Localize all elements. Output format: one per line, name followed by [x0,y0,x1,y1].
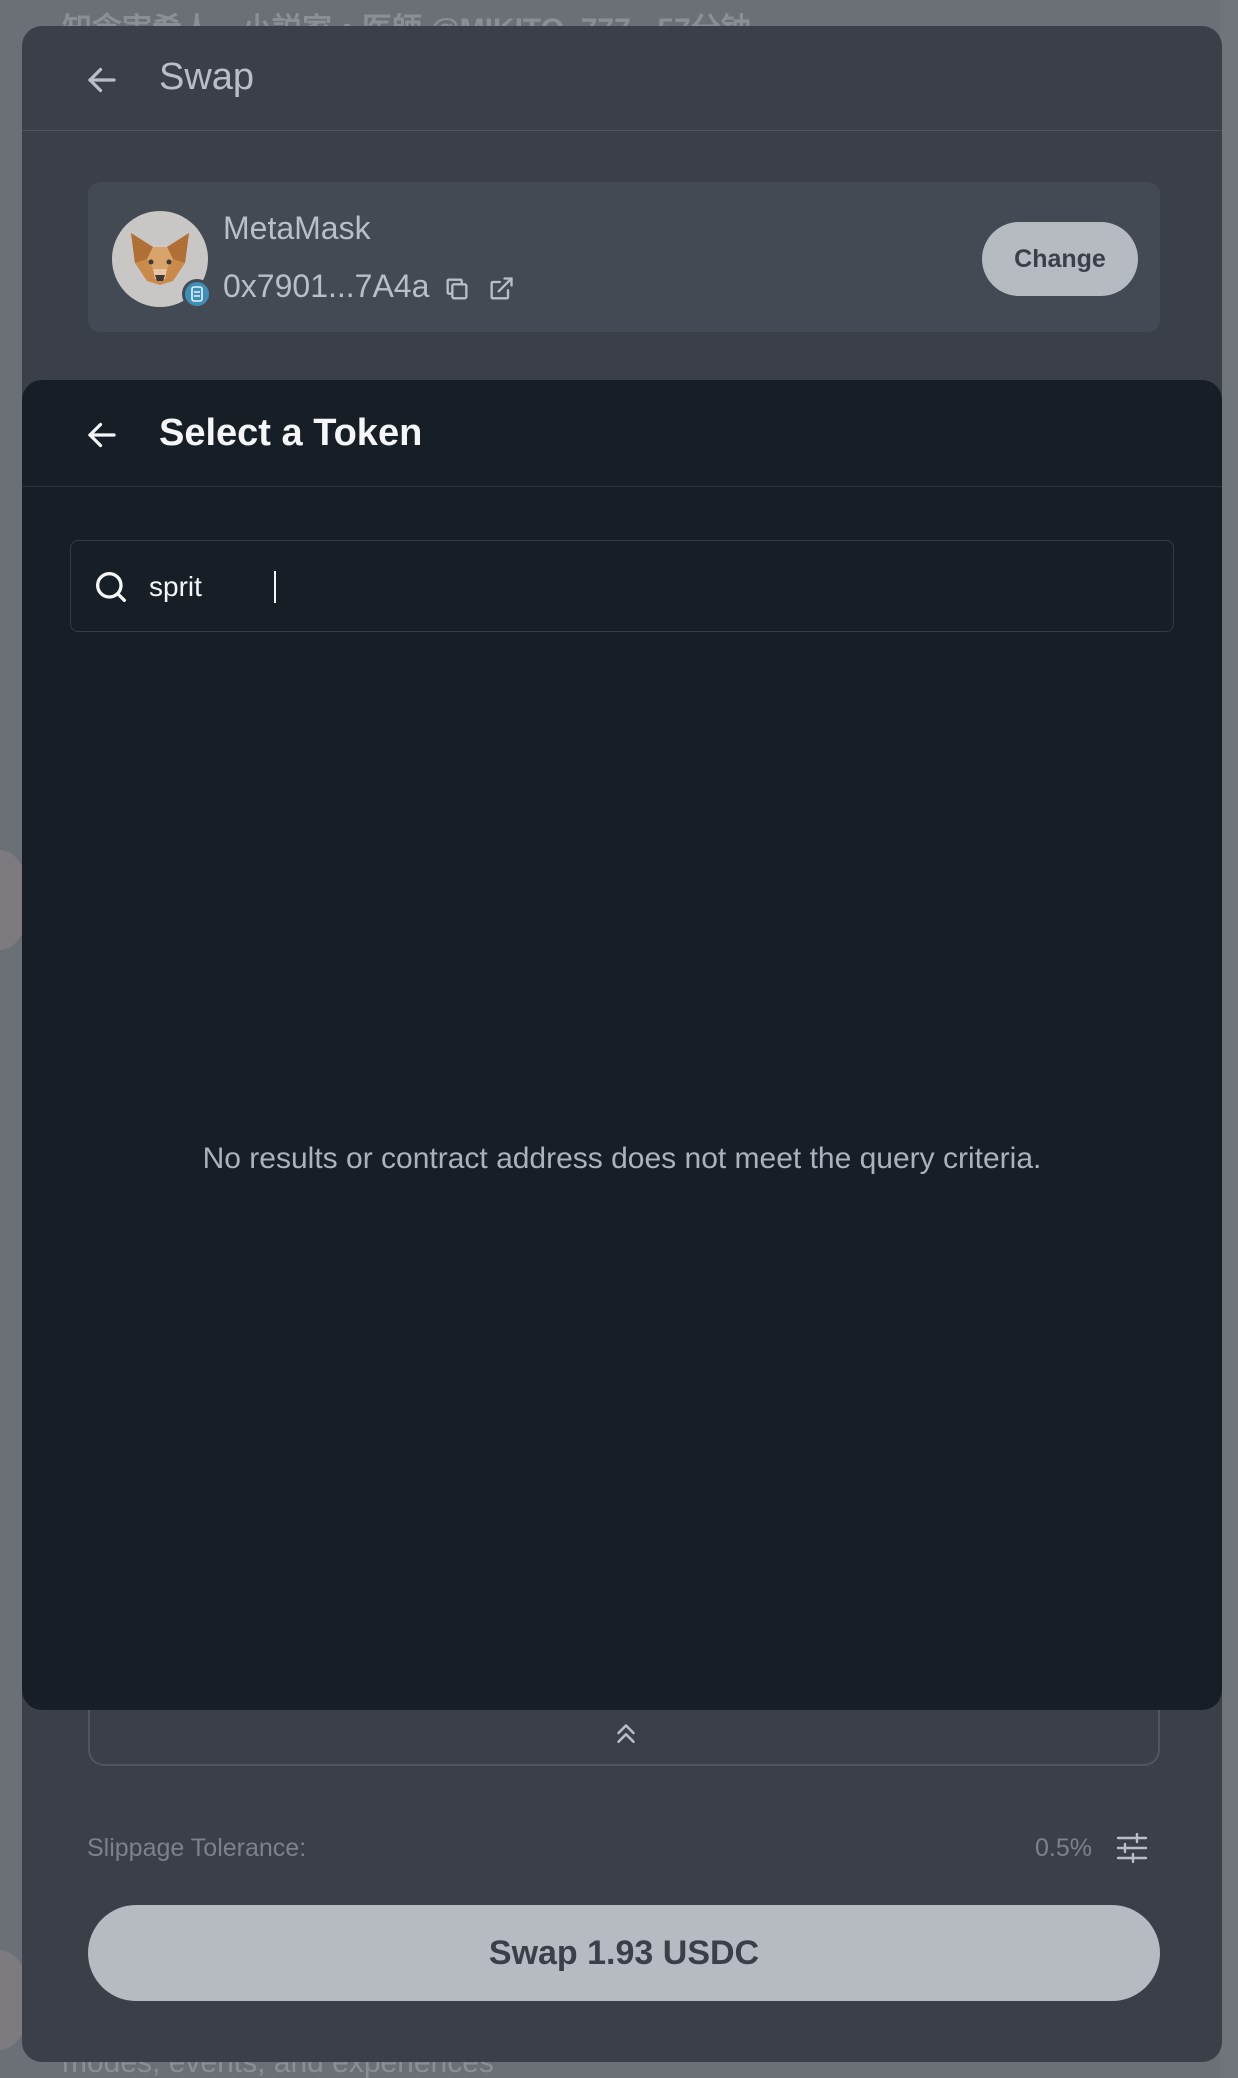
slippage-value: 0.5% [1035,1834,1092,1862]
token-selector-header: Select a Token [22,380,1222,487]
ethereum-icon [182,279,212,309]
metamask-fox-icon [112,211,212,309]
chevrons-up-icon[interactable] [602,1716,650,1750]
background-sidebar [1220,0,1238,2078]
external-link-icon[interactable] [484,272,518,306]
back-arrow-icon[interactable] [78,411,126,459]
wallet-name: MetaMask [223,210,371,246]
search-icon [91,567,131,607]
swap-title: Swap [159,56,255,98]
wallet-card: MetaMask 0x7901...7A4a Change [88,182,1160,332]
swap-submit-button[interactable]: Swap 1.93 USDC [88,1905,1160,2001]
empty-results-message: No results or contract address does not … [202,1142,1042,1175]
sliders-icon[interactable] [1112,1830,1152,1866]
back-arrow-icon[interactable] [78,56,126,104]
change-wallet-button[interactable]: Change [982,222,1138,296]
token-search-input[interactable] [149,555,1149,619]
wallet-address: 0x7901...7A4a [223,268,430,304]
token-search-box [70,540,1174,632]
token-selector-title: Select a Token [159,412,423,454]
copy-icon[interactable] [440,272,474,306]
swap-header: Swap [22,26,1222,131]
slippage-label: Slippage Tolerance: [87,1834,307,1862]
token-selector-sheet: Select a Token No results or contract ad… [22,380,1222,1710]
text-cursor [274,571,276,603]
